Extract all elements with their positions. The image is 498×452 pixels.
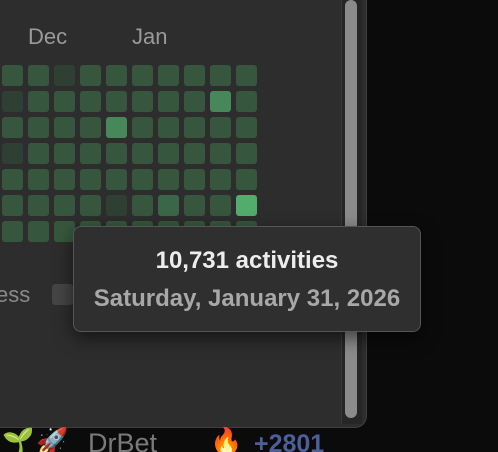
leaderboard-points: +2801 [254, 430, 325, 452]
heatmap-cell[interactable] [132, 65, 153, 86]
heatmap-cell[interactable] [106, 117, 127, 138]
tooltip-activity-count: 10,731 activities [155, 247, 339, 274]
heatmap-cell[interactable] [28, 91, 49, 112]
heatmap-cell[interactable] [158, 143, 179, 164]
heatmap-cell[interactable] [28, 169, 49, 190]
heatmap-cell[interactable] [106, 195, 127, 216]
heatmap-cell[interactable] [236, 91, 257, 112]
heatmap-cell[interactable] [236, 65, 257, 86]
heatmap-cell[interactable] [80, 65, 101, 86]
heatmap-cell[interactable] [236, 117, 257, 138]
heatmap-cell[interactable] [132, 169, 153, 190]
heatmap-cell[interactable] [106, 143, 127, 164]
heatmap-cell[interactable] [28, 195, 49, 216]
heatmap-cell[interactable] [2, 117, 23, 138]
heatmap-cell[interactable] [106, 169, 127, 190]
heatmap-cell[interactable] [80, 143, 101, 164]
heatmap-cell[interactable] [132, 143, 153, 164]
heatmap-cell[interactable] [2, 143, 23, 164]
heatmap-cell[interactable] [236, 143, 257, 164]
heatmap-cell[interactable] [158, 117, 179, 138]
heatmap-cell[interactable] [132, 117, 153, 138]
month-label-jan: Jan [132, 24, 168, 49]
heatmap-cell[interactable] [210, 117, 231, 138]
heatmap-cell[interactable] [158, 91, 179, 112]
legend-less-label: ess [0, 282, 31, 307]
heatmap-cell[interactable] [210, 169, 231, 190]
heatmap-cell[interactable] [80, 117, 101, 138]
heatmap-cell[interactable] [54, 143, 75, 164]
heatmap-cell[interactable] [184, 117, 205, 138]
heatmap-cell[interactable] [184, 169, 205, 190]
heatmap-cell[interactable] [80, 169, 101, 190]
heatmap-cell[interactable] [184, 195, 205, 216]
activity-tooltip: 10,731 activities Saturday, January 31, … [73, 226, 421, 332]
heatmap-cell[interactable] [132, 91, 153, 112]
legend-swatch [52, 284, 73, 305]
heatmap-cell[interactable] [28, 221, 49, 242]
heatmap-cell[interactable] [54, 195, 75, 216]
tooltip-date: Saturday, January 31, 2026 [93, 285, 401, 312]
heatmap-cell[interactable] [54, 221, 75, 242]
heatmap-cell[interactable] [210, 143, 231, 164]
rocket-icon: 🚀 [36, 426, 69, 452]
heatmap-cell[interactable] [184, 91, 205, 112]
heatmap-cell[interactable] [184, 65, 205, 86]
fire-icon: 🔥 [210, 426, 243, 452]
heatmap-cell[interactable] [184, 143, 205, 164]
heatmap-cell[interactable] [158, 195, 179, 216]
screen: Dec Jan ess 10,731 activities Saturday, … [0, 0, 498, 452]
scrollbar-thumb[interactable] [345, 0, 357, 418]
heatmap-cell[interactable] [2, 169, 23, 190]
heatmap-cell[interactable] [236, 195, 257, 216]
heatmap-cell[interactable] [132, 195, 153, 216]
heatmap-cell[interactable] [210, 91, 231, 112]
heatmap-cell[interactable] [106, 65, 127, 86]
heatmap-cell[interactable] [2, 221, 23, 242]
heatmap-cell[interactable] [2, 65, 23, 86]
heatmap-cell[interactable] [28, 65, 49, 86]
heatmap-cell[interactable] [106, 91, 127, 112]
plant-icon: 🌱 [2, 426, 35, 452]
heatmap-cell[interactable] [236, 169, 257, 190]
heatmap-cell[interactable] [2, 195, 23, 216]
heatmap-cell[interactable] [54, 117, 75, 138]
heatmap-cell[interactable] [210, 65, 231, 86]
heatmap-cell[interactable] [2, 91, 23, 112]
month-label-dec: Dec [28, 24, 68, 49]
heatmap-cell[interactable] [28, 117, 49, 138]
heatmap-cell[interactable] [54, 91, 75, 112]
heatmap-cell[interactable] [54, 65, 75, 86]
heatmap-cell[interactable] [54, 169, 75, 190]
heatmap-cell[interactable] [80, 195, 101, 216]
heatmap-cell[interactable] [158, 65, 179, 86]
leaderboard-username[interactable]: DrBet [88, 428, 157, 452]
heatmap-cell[interactable] [210, 195, 231, 216]
heatmap-cell[interactable] [80, 91, 101, 112]
heatmap-cell[interactable] [28, 143, 49, 164]
heatmap-cell[interactable] [158, 169, 179, 190]
